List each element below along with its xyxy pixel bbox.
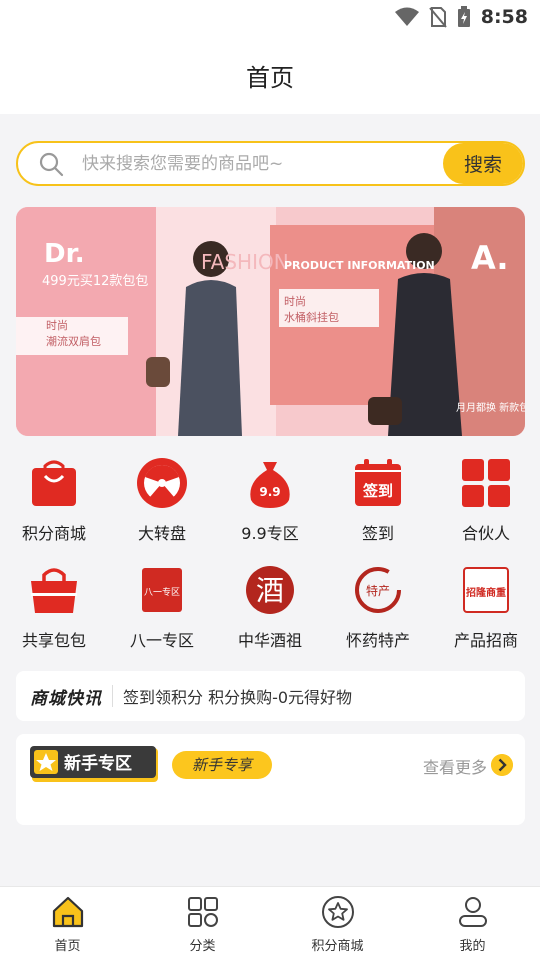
category-bayi-zone[interactable]: 八一专区 八一专区 bbox=[108, 559, 216, 666]
tab-label: 首页 bbox=[54, 939, 81, 954]
search-input[interactable] bbox=[82, 153, 422, 174]
page-title: 首页 bbox=[246, 63, 294, 92]
bottom-tab-bar: 首页 分类 积分商城 我的 bbox=[0, 886, 540, 960]
category-shared-bags[interactable]: 共享包包 bbox=[0, 559, 108, 666]
banner-right-brand: A. bbox=[471, 239, 509, 277]
category-label: 积分商城 bbox=[21, 524, 86, 543]
svg-text:酒: 酒 bbox=[256, 574, 284, 607]
svg-text:签到: 签到 bbox=[362, 482, 393, 500]
news-ticker[interactable]: 商城快讯 签到领积分 积分换购-0元得好物 bbox=[16, 671, 525, 721]
search-bar: 搜索 bbox=[16, 141, 525, 186]
category-label: 八一专区 bbox=[129, 631, 194, 650]
banner-left-tag: 时尚 bbox=[46, 318, 68, 332]
search-icon bbox=[39, 152, 64, 176]
banner-left-brand: Dr. bbox=[44, 239, 85, 269]
banner-right-promo: 月月都换 新款包包 bbox=[456, 401, 525, 414]
tab-label: 我的 bbox=[459, 939, 486, 954]
category-label: 9.9专区 bbox=[241, 524, 299, 543]
tab-mine[interactable]: 我的 bbox=[405, 887, 540, 960]
category-grid: 积分商城 大转盘 9.9 9.9专区 签到 签到 合伙人 共享包包 八一专区 八… bbox=[0, 452, 540, 666]
no-sim-icon bbox=[428, 7, 447, 28]
handbag-icon bbox=[31, 568, 77, 613]
category-check-in[interactable]: 签到 签到 bbox=[324, 452, 432, 559]
category-9-9-zone[interactable]: 9.9 9.9专区 bbox=[216, 452, 324, 559]
category-chinese-wine[interactable]: 酒 中华酒祖 bbox=[216, 559, 324, 666]
herb-icon: 特产 bbox=[355, 567, 401, 613]
status-bar: 8:58 bbox=[0, 0, 540, 36]
view-more-link[interactable]: 查看更多 bbox=[423, 754, 487, 778]
category-huai-medicine[interactable]: 特产 怀药特产 bbox=[324, 559, 432, 666]
shopping-bag-icon bbox=[32, 460, 76, 506]
category-points-mall[interactable]: 积分商城 bbox=[0, 452, 108, 559]
divider bbox=[112, 685, 113, 707]
category-label: 产品招商 bbox=[453, 631, 518, 650]
search-button[interactable]: 搜索 bbox=[443, 143, 523, 184]
tab-label: 分类 bbox=[189, 939, 216, 954]
category-wheel[interactable]: 大转盘 bbox=[108, 452, 216, 559]
home-icon bbox=[52, 896, 83, 928]
news-text: 签到领积分 积分换购-0元得好物 bbox=[123, 688, 353, 707]
calendar-icon: 签到 bbox=[355, 459, 401, 506]
news-brand: 商城快讯 bbox=[30, 688, 102, 709]
svg-text:新手专区: 新手专区 bbox=[64, 753, 132, 774]
clock: 8:58 bbox=[480, 6, 528, 28]
svg-text:招隆商重: 招隆商重 bbox=[466, 586, 506, 599]
svg-text:9.9: 9.9 bbox=[259, 485, 280, 499]
wine-icon: 酒 bbox=[246, 566, 294, 614]
banner-right-sub: 水桶斜挂包 bbox=[284, 310, 339, 324]
category-label: 怀药特产 bbox=[345, 631, 410, 650]
star-icon bbox=[321, 896, 354, 928]
banner-left-sub: 潮流双肩包 bbox=[46, 334, 101, 348]
stamp-icon: 八一专区 bbox=[142, 568, 182, 612]
banner-right-tag: 时尚 bbox=[284, 294, 306, 308]
category-label: 大转盘 bbox=[137, 524, 186, 543]
wheel-icon bbox=[137, 458, 187, 508]
battery-icon bbox=[457, 6, 470, 27]
grid-icon bbox=[462, 459, 510, 507]
category-label: 中华酒祖 bbox=[237, 631, 302, 650]
tab-category[interactable]: 分类 bbox=[135, 887, 270, 960]
category-icon bbox=[187, 897, 218, 927]
tab-label: 积分商城 bbox=[311, 939, 364, 954]
novice-section: 新手专区 新手专享 查看更多 bbox=[16, 734, 525, 825]
banner-left-promo: 499元买12款包包 bbox=[42, 274, 148, 289]
title-bar: 首页 bbox=[0, 36, 540, 114]
svg-text:八一专区: 八一专区 bbox=[144, 586, 180, 598]
category-label: 合伙人 bbox=[461, 524, 510, 543]
novice-pill-button[interactable]: 新手专享 bbox=[172, 751, 273, 779]
promo-banner[interactable]: Dr. 499元买12款包包 时尚 潮流双肩包 FASHION PRODUCT … bbox=[16, 207, 525, 436]
tab-home[interactable]: 首页 bbox=[0, 887, 135, 960]
category-partner[interactable]: 合伙人 bbox=[432, 452, 540, 559]
banner-right-heading: PRODUCT INFORMATION bbox=[284, 259, 435, 272]
svg-text:特产: 特产 bbox=[366, 583, 390, 598]
user-icon bbox=[458, 897, 487, 927]
money-bag-icon: 9.9 bbox=[250, 462, 290, 508]
wifi-icon bbox=[394, 7, 419, 26]
chevron-right-icon[interactable] bbox=[491, 754, 513, 776]
category-label: 签到 bbox=[361, 524, 394, 543]
category-investment[interactable]: 招隆商重 产品招商 bbox=[432, 559, 540, 666]
banner-middle-text: FASHION bbox=[201, 250, 289, 274]
category-label: 共享包包 bbox=[21, 631, 86, 650]
recruit-icon: 招隆商重 bbox=[463, 567, 509, 613]
tab-points-mall[interactable]: 积分商城 bbox=[270, 887, 405, 960]
novice-badge: 新手专区 bbox=[30, 746, 158, 782]
